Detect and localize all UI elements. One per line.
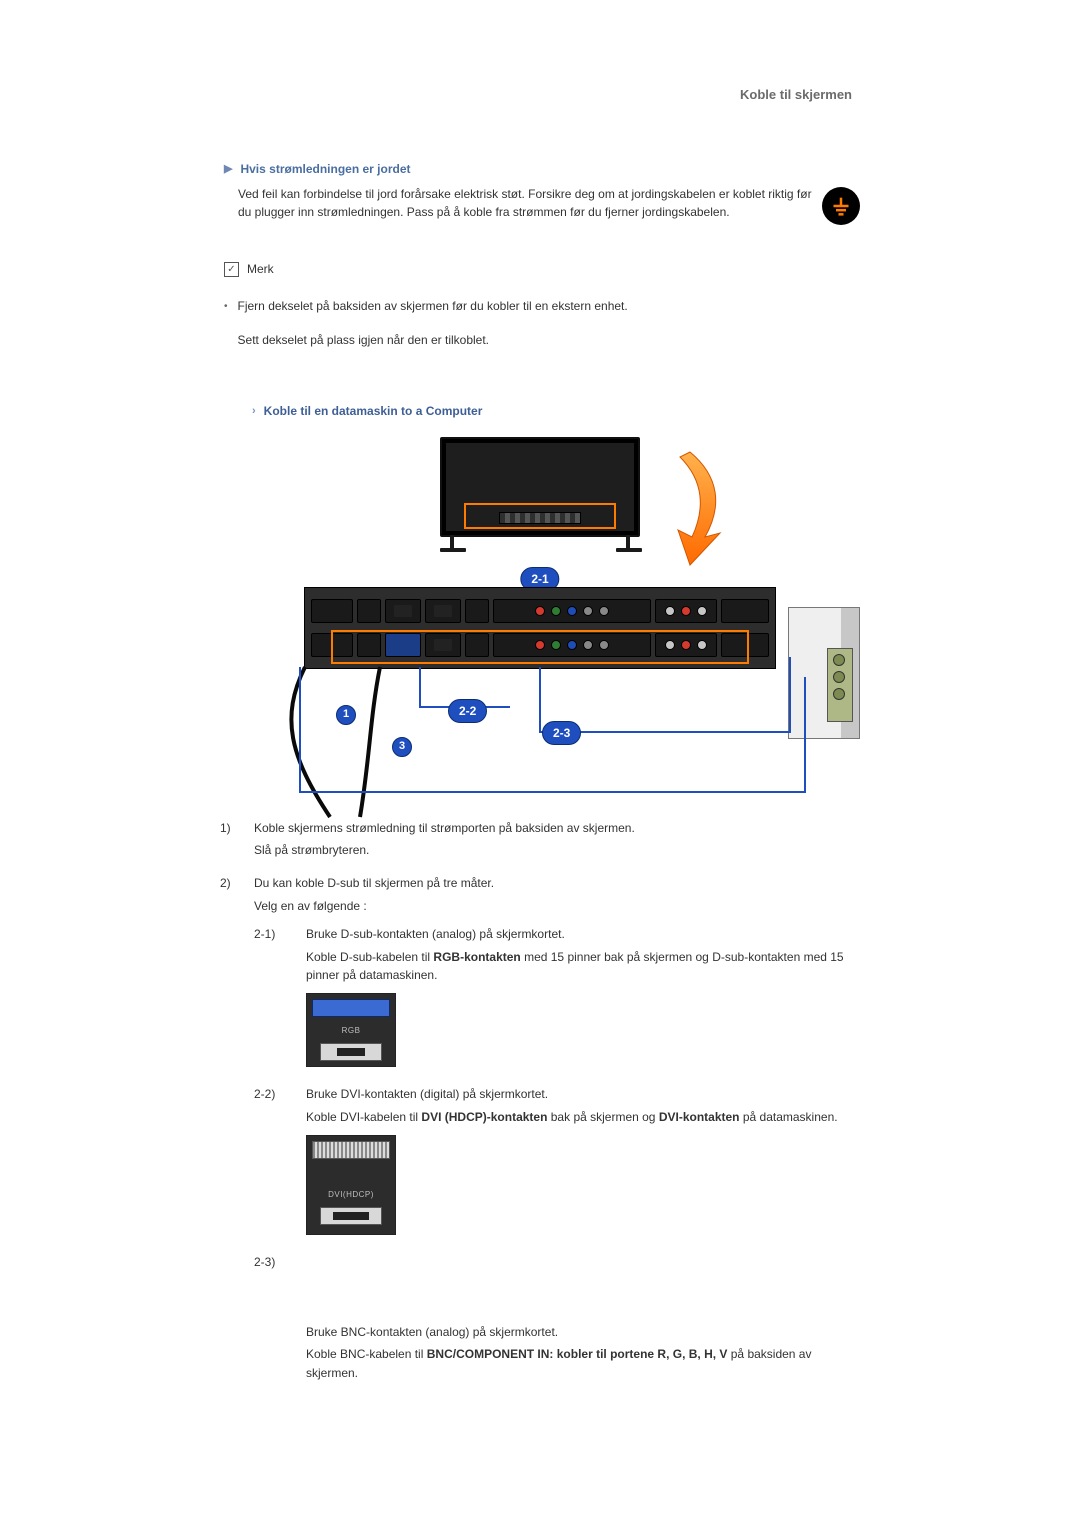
connect-computer-heading: Koble til en datamaskin to a Computer xyxy=(264,402,483,421)
zoom-arrow-icon xyxy=(650,447,730,567)
diagram-pc-tower xyxy=(760,587,860,747)
ground-body-text: Ved feil kan forbindelse til jord forårs… xyxy=(220,185,812,222)
connect-computer-heading-row: › Koble til en datamaskin to a Computer xyxy=(252,402,860,421)
step-2-2-text-b: Koble DVI-kabelen til DVI (HDCP)-kontakt… xyxy=(306,1108,860,1127)
connector-label-rgb: RGB xyxy=(312,1021,390,1043)
step-2-1-text-a: Bruke D-sub-kontakten (analog) på skjerm… xyxy=(306,925,860,944)
note-text-2: Sett dekselet på plass igjen når den er … xyxy=(238,331,860,350)
step-2-3-text-b: Koble BNC-kabelen til BNC/COMPONENT IN: … xyxy=(306,1345,860,1382)
step-2-1-number: 2-1) xyxy=(254,925,288,1067)
step-1-number: 1) xyxy=(220,819,240,864)
callout-3: 3 xyxy=(392,737,412,757)
step-1-text-b: Slå på strømbryteren. xyxy=(254,841,860,860)
chevron-right-icon: › xyxy=(252,403,256,420)
note-label: Merk xyxy=(247,260,274,279)
step-2-3-text-a: Bruke BNC-kontakten (analog) på skjermko… xyxy=(306,1323,860,1342)
page-title: Koble til skjermen xyxy=(220,85,860,105)
checkbox-check-icon: ✓ xyxy=(224,262,239,277)
ground-heading-row: ▶ Hvis strømledningen er jordet xyxy=(224,160,860,179)
step-1-text-a: Koble skjermens strømledning til strømpo… xyxy=(254,819,860,838)
step-2-text-b: Velg en av følgende : xyxy=(254,897,860,916)
diagram-monitor xyxy=(440,437,640,549)
callout-2-3: 2-3 xyxy=(542,721,581,746)
step-2-text-a: Du kan koble D-sub til skjermen på tre m… xyxy=(254,874,860,893)
diagram-rear-panel xyxy=(304,587,776,669)
step-2-number: 2) xyxy=(220,874,240,1386)
connection-diagram: 2-1 xyxy=(280,437,800,789)
diagram-rear-panel-area: 2-1 xyxy=(280,587,800,669)
bullet-icon: • xyxy=(224,297,228,364)
step-2-1-text-b: Koble D-sub-kabelen til RGB-kontakten me… xyxy=(306,948,860,985)
note-text-1: Fjern dekselet på baksiden av skjermen f… xyxy=(238,297,860,316)
step-2-2-text-a: Bruke DVI-kontakten (digital) på skjermk… xyxy=(306,1085,860,1104)
step-2-2-number: 2-2) xyxy=(254,1085,288,1234)
ground-heading: Hvis strømledningen er jordet xyxy=(240,160,410,179)
step-list: 1) Koble skjermens strømledning til strø… xyxy=(220,819,860,1387)
connector-label-dvi: DVI(HDCP) xyxy=(312,1185,390,1207)
callout-1: 1 xyxy=(336,705,356,725)
arrow-right-icon: ▶ xyxy=(224,161,232,178)
connector-figure-dvi: DVI(HDCP) xyxy=(306,1135,396,1235)
step-2-3-number: 2-3) xyxy=(254,1253,288,1387)
ground-symbol-icon xyxy=(822,187,860,225)
note-label-row: ✓ Merk xyxy=(224,260,274,279)
callout-2-2: 2-2 xyxy=(448,699,487,724)
connector-figure-rgb: RGB xyxy=(306,993,396,1067)
